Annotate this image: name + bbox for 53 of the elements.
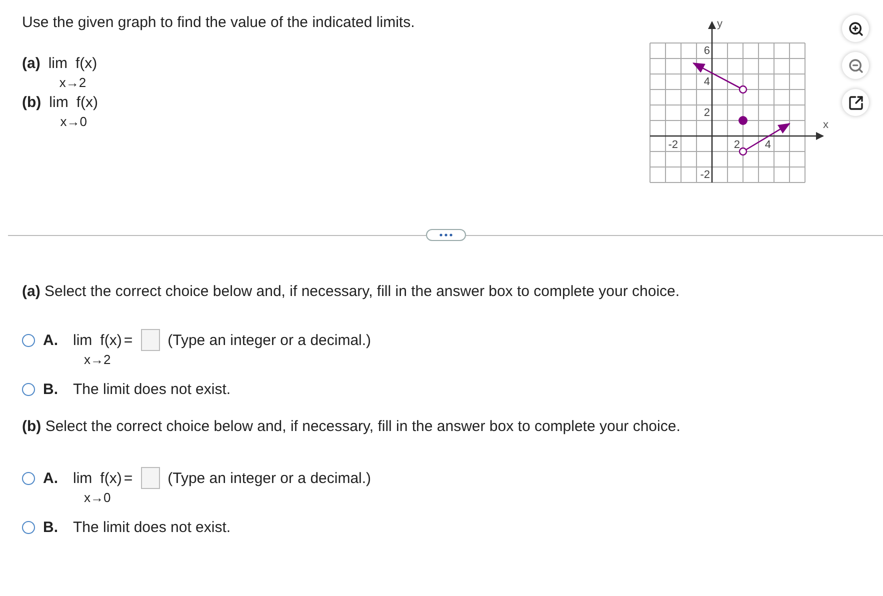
instructions: Use the given graph to find the value of the indicated limits. bbox=[22, 14, 416, 31]
limit-word: lim bbox=[73, 332, 92, 349]
choice-text: The limit does not exist. bbox=[73, 519, 231, 536]
function-name: f(x) bbox=[76, 94, 98, 111]
function-name: f(x) bbox=[100, 470, 122, 487]
tick-label: 4 bbox=[704, 76, 710, 88]
external-link-icon bbox=[848, 94, 864, 110]
limit-subscript: x→2 bbox=[84, 352, 111, 367]
limit-subscript: x→0 bbox=[60, 114, 87, 129]
tick-label: -2 bbox=[668, 139, 678, 151]
function-name: f(x) bbox=[100, 332, 122, 349]
expand-button[interactable] bbox=[426, 229, 466, 241]
filled-point bbox=[738, 116, 748, 125]
choice-letter: B. bbox=[43, 519, 59, 536]
part-label: (a) bbox=[22, 55, 40, 72]
limit-word: lim bbox=[73, 470, 92, 487]
axis-label: y bbox=[717, 18, 722, 30]
tick-label: 2 bbox=[734, 139, 740, 151]
zoom-in-button[interactable] bbox=[842, 15, 869, 42]
dots-icon bbox=[438, 233, 452, 237]
tick-label: 6 bbox=[704, 45, 710, 57]
axis-label: x bbox=[823, 119, 828, 131]
radio-button[interactable] bbox=[22, 521, 35, 534]
zoom-in-icon bbox=[848, 20, 864, 36]
choice-letter: A. bbox=[43, 470, 59, 487]
tick-label: 4 bbox=[764, 139, 771, 151]
tick-label: 2 bbox=[704, 107, 710, 119]
radio-button[interactable] bbox=[22, 472, 35, 485]
tick-label: -2 bbox=[700, 169, 710, 181]
radio-button[interactable] bbox=[22, 383, 35, 396]
choice-letter: B. bbox=[43, 381, 59, 398]
limit-word: lim bbox=[49, 94, 68, 111]
function-name: f(x) bbox=[76, 55, 98, 72]
answer-field[interactable] bbox=[140, 329, 160, 351]
choice-letter: A. bbox=[43, 332, 59, 349]
popout-button[interactable] bbox=[842, 89, 869, 116]
part-label: (b) bbox=[22, 94, 42, 111]
question-prompt: (b) Select the correct choice below and, if necessary, fill in the answer box to complete your choice. bbox=[22, 418, 682, 435]
open-point bbox=[738, 85, 748, 94]
equals-sign: = bbox=[124, 332, 133, 349]
answer-hint: (Type an integer or a decimal.) bbox=[168, 470, 372, 487]
open-point bbox=[738, 147, 748, 156]
question-prompt: (a) Select the correct choice below and, if necessary, fill in the answer box to complete your choice. bbox=[22, 283, 681, 300]
limit-subscript: x→2 bbox=[59, 75, 86, 90]
zoom-out-button[interactable] bbox=[842, 52, 869, 79]
limit-subscript: x→0 bbox=[84, 490, 111, 505]
choice-text: The limit does not exist. bbox=[73, 381, 231, 398]
answer-hint: (Type an integer or a decimal.) bbox=[168, 332, 372, 349]
radio-button[interactable] bbox=[22, 334, 35, 347]
answer-field[interactable] bbox=[140, 467, 160, 489]
limit-word: lim bbox=[48, 55, 68, 72]
zoom-out-icon bbox=[848, 58, 864, 74]
equals-sign: = bbox=[124, 470, 133, 487]
